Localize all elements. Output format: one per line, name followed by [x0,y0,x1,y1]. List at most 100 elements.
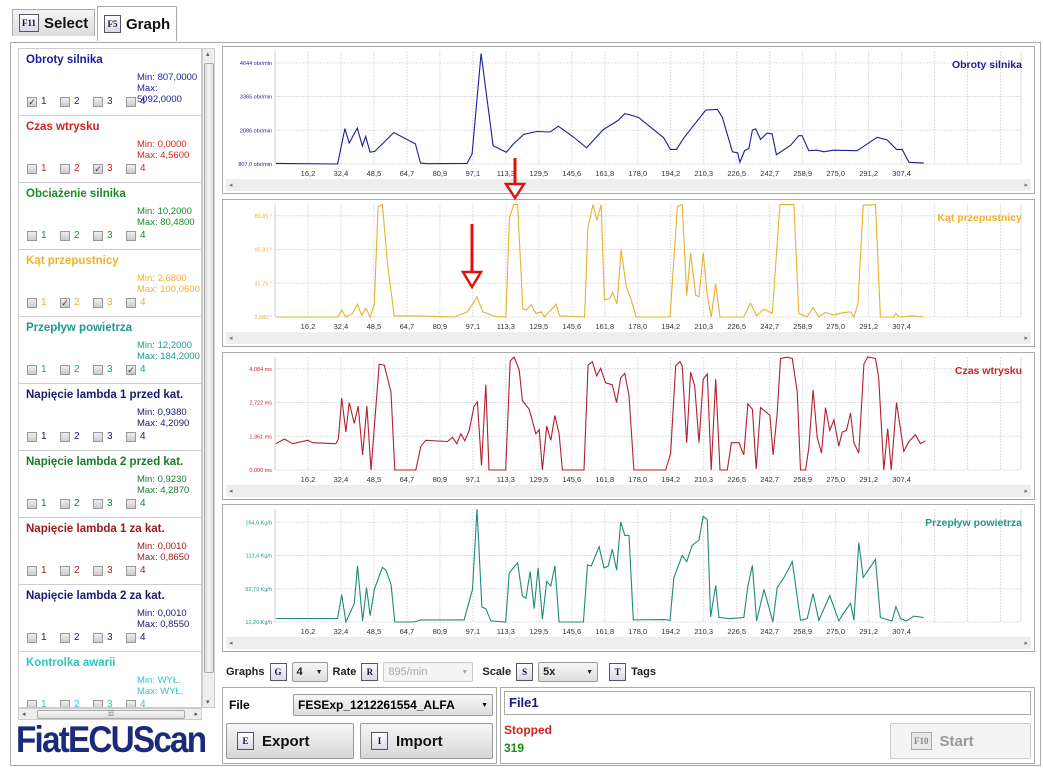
tags-key-button[interactable]: T [609,663,627,681]
graph-1-checkbox[interactable]: 1 [27,297,60,308]
graph-2-checkbox[interactable]: 2 [60,498,93,509]
checkbox[interactable]: ✓ [126,364,136,375]
checkbox[interactable] [93,96,103,107]
checkbox[interactable] [126,431,136,442]
graph-1-checkbox[interactable]: 1 [27,699,60,707]
graph-1-checkbox[interactable]: ✓ 1 [27,96,60,107]
graph-2-checkbox[interactable]: 2 [60,632,93,643]
checkbox[interactable] [60,230,70,241]
checkbox[interactable] [126,565,136,576]
checkbox[interactable]: ✓ [27,96,37,107]
graph-1-checkbox[interactable]: 1 [27,498,60,509]
checkbox[interactable] [60,163,70,174]
scrollbar-thumb[interactable] [204,63,214,673]
graphs-count-select[interactable]: 4 ▼ [291,662,328,682]
checkbox[interactable] [60,565,70,576]
checkbox[interactable] [126,163,136,174]
graph-1-checkbox[interactable]: 1 [27,230,60,241]
graph-2-checkbox[interactable]: 2 [60,230,93,241]
checkbox[interactable] [93,498,103,509]
checkbox[interactable] [27,431,37,442]
checkbox[interactable] [60,364,70,375]
checkbox[interactable] [93,431,103,442]
chart-horizontal-scrollbar[interactable]: ◂ ▸ [226,332,1031,344]
graph-1-checkbox[interactable]: 1 [27,163,60,174]
checkbox[interactable] [27,699,37,707]
checkbox[interactable] [60,96,70,107]
checkbox[interactable] [126,632,136,643]
graph-3-checkbox[interactable]: 3 [93,364,126,375]
graph-3-checkbox[interactable]: 3 [93,565,126,576]
chart-horizontal-scrollbar[interactable]: ◂ ▸ [226,637,1031,649]
graph-3-checkbox[interactable]: ✓ 3 [93,163,126,174]
checkbox[interactable] [27,364,37,375]
scroll-right-icon[interactable]: ▸ [1024,334,1028,342]
graph-4-checkbox[interactable]: 4 [126,297,159,308]
scroll-left-icon[interactable]: ◂ [229,181,233,189]
graph-1-checkbox[interactable]: 1 [27,632,60,643]
graph-2-checkbox[interactable]: 2 [60,431,93,442]
checkbox[interactable] [93,297,103,308]
checkbox[interactable] [27,163,37,174]
import-button[interactable]: I Import [360,723,493,759]
scroll-up-icon[interactable]: ▴ [206,50,210,58]
tags-label[interactable]: Tags [631,666,656,678]
scroll-right-icon[interactable]: ▸ [1024,639,1028,647]
graph-3-checkbox[interactable]: 3 [93,632,126,643]
sidebar-vertical-scrollbar[interactable]: ▴ ▾ [202,48,215,708]
checkbox[interactable] [93,565,103,576]
checkbox[interactable] [27,230,37,241]
checkbox[interactable] [27,498,37,509]
tab-select[interactable]: F11 Select [12,9,96,36]
scroll-right-icon[interactable]: ▸ [1024,487,1028,495]
graph-2-checkbox[interactable]: 2 [60,565,93,576]
chart-horizontal-scrollbar[interactable]: ◂ ▸ [226,485,1031,497]
scroll-left-icon[interactable]: ◂ [229,334,233,342]
checkbox[interactable] [126,96,136,107]
checkbox[interactable] [27,632,37,643]
checkbox[interactable] [27,297,37,308]
checkbox[interactable] [60,431,70,442]
scrollbar-thumb[interactable]: ⁞⁞⁞ [37,710,185,719]
checkbox[interactable] [126,498,136,509]
graph-3-checkbox[interactable]: 3 [93,431,126,442]
graph-4-checkbox[interactable]: 4 [126,96,159,107]
scroll-right-icon[interactable]: ▸ [1024,181,1028,189]
graph-3-checkbox[interactable]: 3 [93,498,126,509]
checkbox[interactable] [126,699,136,707]
graph-3-checkbox[interactable]: 3 [93,297,126,308]
graph-3-checkbox[interactable]: 3 [93,699,126,707]
graphs-key-button[interactable]: G [269,663,287,681]
session-name-field[interactable]: File1 [504,691,1031,715]
scroll-left-icon[interactable]: ◂ [229,487,233,495]
graph-1-checkbox[interactable]: 1 [27,565,60,576]
graph-4-checkbox[interactable]: ✓ 4 [126,364,159,375]
graph-2-checkbox[interactable]: 2 [60,163,93,174]
rate-select[interactable]: 895/min ▼ [383,662,474,682]
checkbox[interactable] [60,498,70,509]
checkbox[interactable]: ✓ [93,163,103,174]
scroll-left-icon[interactable]: ◂ [22,710,26,718]
tab-graph[interactable]: F5 Graph [97,6,178,41]
graph-4-checkbox[interactable]: 4 [126,565,159,576]
graph-2-checkbox[interactable]: 2 [60,96,93,107]
start-button[interactable]: F10 Start [890,723,1031,759]
graph-2-checkbox[interactable]: 2 [60,699,93,707]
graph-4-checkbox[interactable]: 4 [126,632,159,643]
checkbox[interactable] [60,699,70,707]
rate-key-button[interactable]: R [361,663,379,681]
graph-2-checkbox[interactable]: 2 [60,364,93,375]
graph-1-checkbox[interactable]: 1 [27,364,60,375]
export-button[interactable]: E Export [226,723,354,759]
checkbox[interactable] [93,632,103,643]
graph-4-checkbox[interactable]: 4 [126,431,159,442]
scale-key-button[interactable]: S [516,663,534,681]
scale-select[interactable]: 5x ▼ [538,662,599,682]
checkbox[interactable] [93,230,103,241]
file-select[interactable]: FESExp_1212261554_ALFA ▼ [293,694,493,716]
graph-4-checkbox[interactable]: 4 [126,230,159,241]
chart-horizontal-scrollbar[interactable]: ◂ ▸ [226,179,1031,191]
graph-3-checkbox[interactable]: 3 [93,230,126,241]
graph-3-checkbox[interactable]: 3 [93,96,126,107]
scroll-down-icon[interactable]: ▾ [206,698,210,706]
